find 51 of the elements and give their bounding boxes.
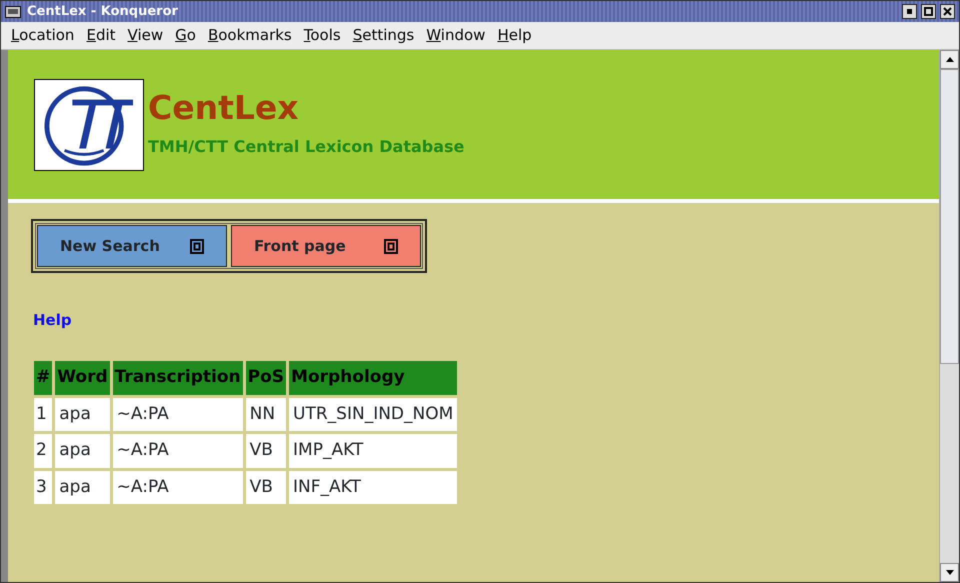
menu-item[interactable]: Window — [420, 24, 492, 47]
nav-button[interactable]: New Search — [37, 225, 227, 267]
nav-button[interactable]: Front page — [231, 225, 421, 267]
scroll-thumb[interactable] — [940, 69, 959, 364]
menu-item[interactable]: Location — [5, 24, 80, 47]
frame-icon — [384, 238, 398, 254]
down-arrow-icon — [946, 570, 954, 575]
menu-item[interactable]: Edit — [80, 24, 122, 47]
frame-icon — [190, 238, 204, 254]
table-cell: apa — [55, 470, 110, 504]
menu-item[interactable]: Go — [169, 24, 202, 47]
site-title: CentLex — [148, 90, 300, 127]
table-cell: INF_AKT — [289, 470, 458, 504]
column-header: PoS — [246, 361, 286, 394]
scrollbar[interactable] — [939, 50, 959, 582]
menu-item[interactable]: Tools — [298, 24, 347, 47]
menu-item[interactable]: Bookmarks — [202, 24, 298, 47]
table-cell: ~A:PA — [112, 470, 243, 504]
close-button[interactable] — [940, 4, 955, 19]
table-cell: NN — [246, 398, 286, 431]
menu-item[interactable]: Help — [491, 24, 538, 47]
logo-icon — [34, 78, 144, 170]
scroll-down-button[interactable] — [940, 563, 959, 582]
table-cell: ~A:PA — [112, 434, 243, 468]
scroll-up-button[interactable] — [940, 50, 959, 69]
close-icon — [943, 7, 952, 16]
window-title: CentLex - Konqueror — [27, 2, 178, 21]
help-link[interactable]: Help — [33, 309, 72, 332]
table-cell: apa — [55, 398, 110, 431]
maximize-icon — [924, 7, 933, 16]
table-cell: UTR_SIN_IND_NOM — [289, 398, 458, 431]
table-cell: 2 — [34, 434, 52, 468]
table-cell: IMP_AKT — [289, 434, 458, 468]
window-menu-icon[interactable] — [5, 6, 21, 18]
table-cell: apa — [55, 434, 110, 468]
column-header: Morphology — [289, 361, 458, 394]
minimize-button[interactable] — [902, 4, 917, 19]
column-header: # — [34, 361, 52, 394]
menu-item[interactable]: View — [122, 24, 170, 47]
site-subtitle: TMH/CTT Central Lexicon Database — [148, 136, 464, 158]
table-cell: 1 — [34, 398, 52, 431]
column-header: Transcription — [112, 361, 243, 394]
up-arrow-icon — [946, 57, 954, 62]
table-cell: 3 — [34, 470, 52, 504]
maximize-button[interactable] — [921, 4, 936, 19]
table-cell: VB — [246, 470, 286, 504]
table-cell: VB — [246, 434, 286, 468]
column-header: Word — [55, 361, 110, 394]
minimize-icon — [907, 9, 912, 14]
menu-item[interactable]: Settings — [346, 24, 420, 47]
table-cell: ~A:PA — [112, 398, 243, 431]
